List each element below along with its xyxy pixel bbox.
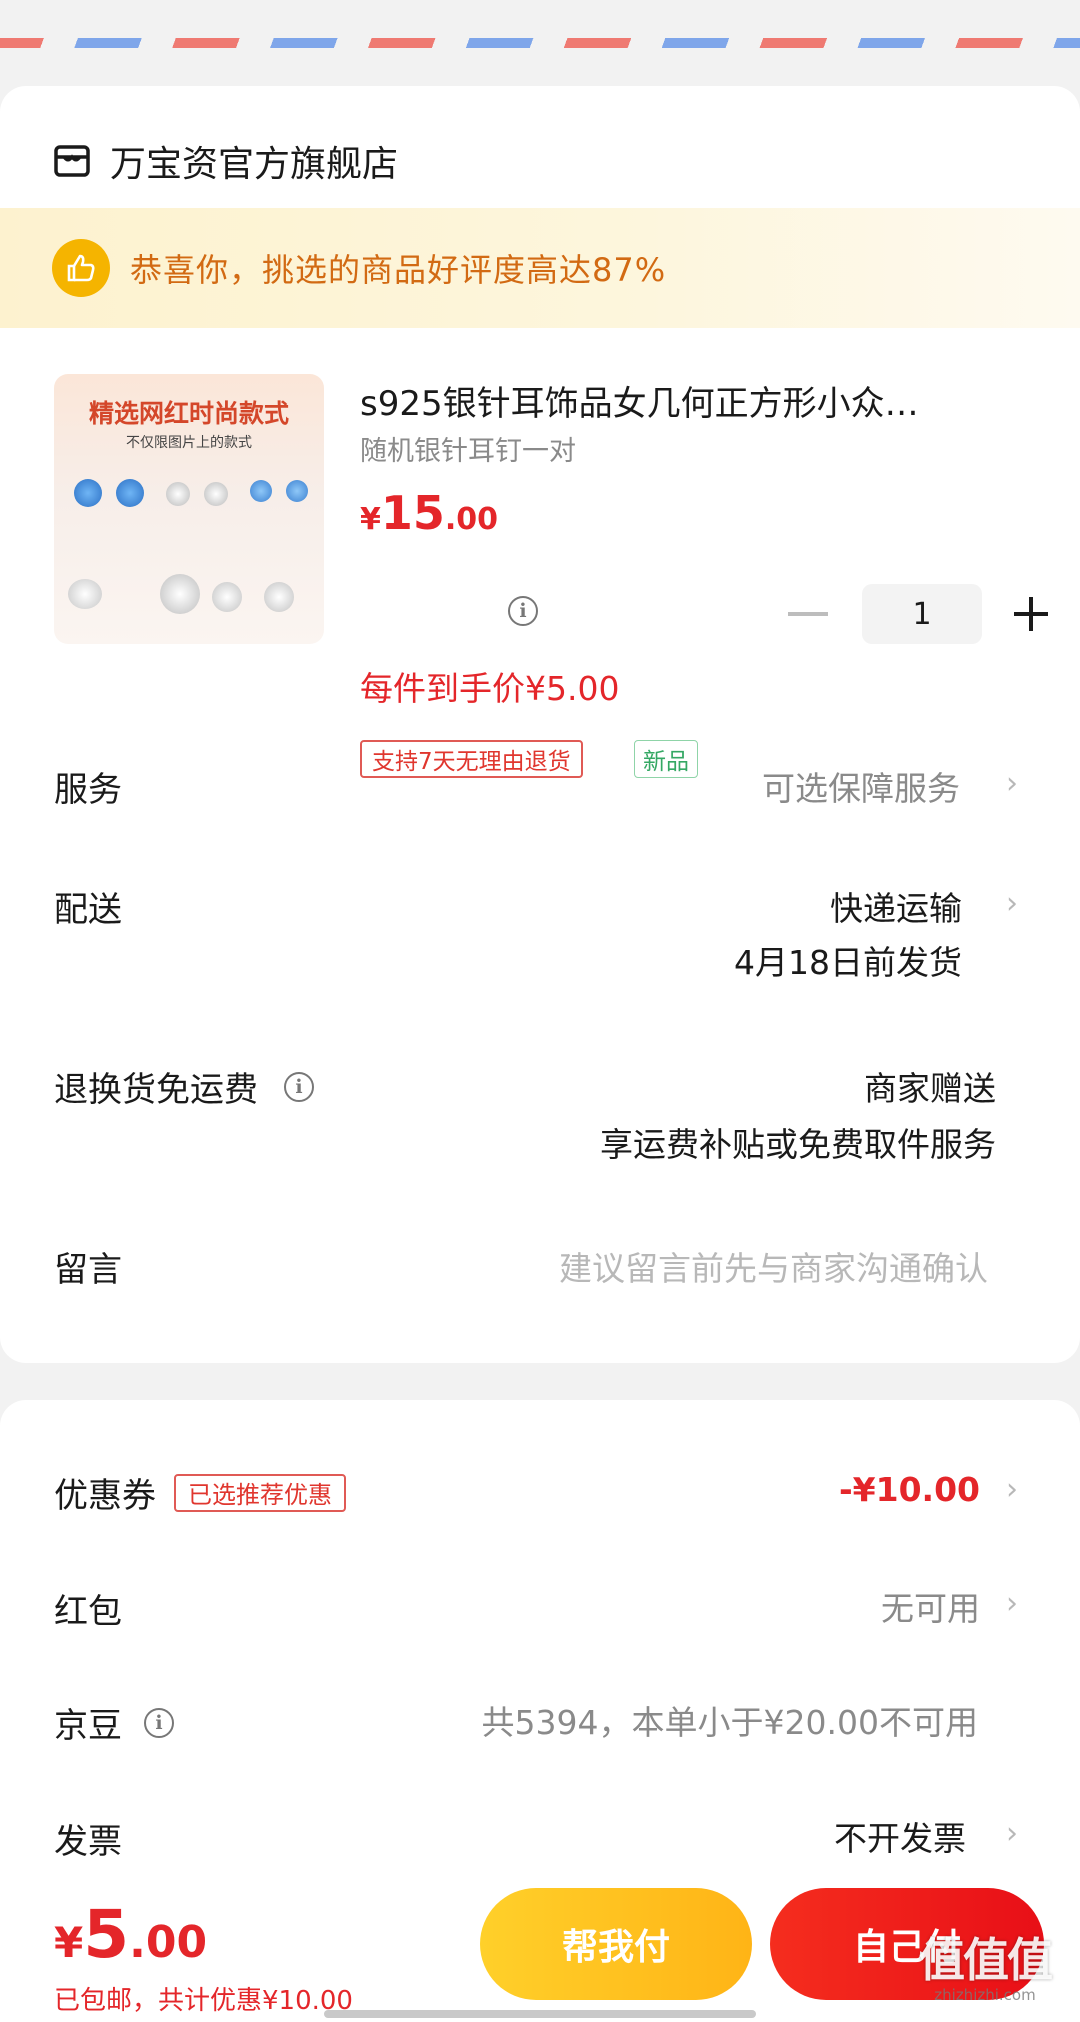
watermark-main: 值值值	[919, 1933, 1053, 1987]
store-header[interactable]: 万宝资官方旗舰店	[54, 126, 398, 196]
quantity-stepper: 1	[788, 584, 1048, 644]
total-price: ¥ 5 .00	[54, 1896, 207, 1973]
product-image[interactable]: 精选网红时尚款式 不仅限图片上的款式	[54, 374, 324, 644]
delivery-method[interactable]: 快递运输	[830, 882, 962, 930]
new-product-tag: 新品	[634, 740, 698, 778]
coupon-value[interactable]: -¥10.00	[839, 1470, 980, 1509]
store-icon	[54, 145, 90, 177]
thumbs-up-icon	[52, 239, 110, 297]
earring-image	[212, 582, 242, 612]
minus-icon[interactable]	[788, 612, 828, 616]
total-decimal: .00	[129, 1917, 208, 1968]
jd-beans-label: 京豆	[54, 1706, 122, 1746]
earring-image	[166, 482, 190, 506]
product-image-subtitle: 不仅限图片上的款式	[126, 435, 252, 451]
product-title[interactable]: s925银针耳饰品女几何正方形小众…	[360, 376, 1000, 425]
airmail-stripe	[0, 38, 1080, 48]
price-currency: ¥	[360, 502, 381, 537]
coupon-row: 优惠券 已选推荐优惠	[54, 1468, 346, 1517]
red-packet-label: 红包	[54, 1592, 122, 1632]
watermark-logo: 值值值 zhizhizhi.com	[900, 1924, 1070, 2004]
chevron-right-icon[interactable]: ›	[1006, 766, 1018, 801]
jd-beans-value: 共5394，本单小于¥20.00不可用	[481, 1703, 978, 1742]
product-spec[interactable]: 随机银针耳钉一对	[360, 429, 576, 468]
earring-image	[160, 574, 200, 614]
freight-value: 商家赠送	[864, 1069, 996, 1108]
message-input[interactable]: 建议留言前先与商家沟通确认	[559, 1242, 988, 1290]
info-icon[interactable]: i	[144, 1707, 174, 1738]
jd-beans-row: 京豆 i	[54, 1698, 174, 1747]
help-pay-button[interactable]: 帮我付	[480, 1888, 752, 2000]
store-name: 万宝资官方旗舰店	[110, 144, 399, 185]
earring-image	[116, 479, 144, 507]
home-indicator[interactable]	[324, 2010, 756, 2018]
freight-detail: 享运费补贴或免费取件服务	[600, 1125, 996, 1164]
earring-image	[264, 582, 294, 612]
order-card: 万宝资官方旗舰店 恭喜你，挑选的商品好评度高达87% 精选网红时尚款式 不仅限图…	[0, 86, 1080, 1363]
invoice-label: 发票	[54, 1822, 122, 1862]
info-icon[interactable]: i	[284, 1071, 314, 1102]
rating-banner: 恭喜你，挑选的商品好评度高达87%	[0, 208, 1080, 328]
earring-image	[204, 482, 228, 506]
chevron-right-icon[interactable]: ›	[1006, 1586, 1018, 1621]
service-label: 服务	[54, 770, 122, 810]
rating-banner-text: 恭喜你，挑选的商品好评度高达87%	[130, 251, 667, 289]
red-packet-value[interactable]: 无可用	[881, 1582, 980, 1630]
chevron-right-icon[interactable]: ›	[1006, 1816, 1018, 1851]
earring-image	[68, 579, 102, 609]
chevron-right-icon[interactable]: ›	[1006, 1472, 1018, 1507]
quantity-value[interactable]: 1	[862, 584, 982, 644]
coupon-selected-tag: 已选推荐优惠	[174, 1473, 346, 1512]
chevron-right-icon[interactable]: ›	[1006, 886, 1018, 921]
plus-icon[interactable]	[1014, 597, 1048, 631]
delivery-date: 4月18日前发货	[734, 943, 962, 982]
service-value[interactable]: 可选保障服务	[762, 762, 960, 810]
product-price: ¥ 15 .00	[360, 486, 498, 540]
return-policy-tag: 支持7天无理由退货	[360, 740, 583, 778]
message-label: 留言	[54, 1250, 122, 1290]
total-integer: 5	[83, 1896, 130, 1973]
coupon-label: 优惠券	[54, 1476, 156, 1516]
total-currency: ¥	[54, 1918, 84, 1967]
info-icon[interactable]: i	[508, 596, 538, 626]
earring-image	[74, 479, 102, 507]
delivery-label: 配送	[54, 890, 122, 930]
price-integer: 15	[380, 486, 445, 540]
freight-label-text: 退换货免运费	[54, 1070, 258, 1110]
freight-label: 退换货免运费 i	[54, 1062, 314, 1111]
product-image-title: 精选网红时尚款式	[88, 399, 289, 428]
airmail-border	[0, 0, 1080, 48]
total-summary: 已包邮，共计优惠¥10.00	[54, 1986, 353, 2016]
earring-image	[250, 480, 272, 502]
invoice-value[interactable]: 不开发票	[834, 1812, 966, 1860]
price-decimal: .00	[444, 502, 499, 537]
unit-price: 每件到手价¥5.00	[360, 669, 620, 708]
earring-image	[286, 480, 308, 502]
